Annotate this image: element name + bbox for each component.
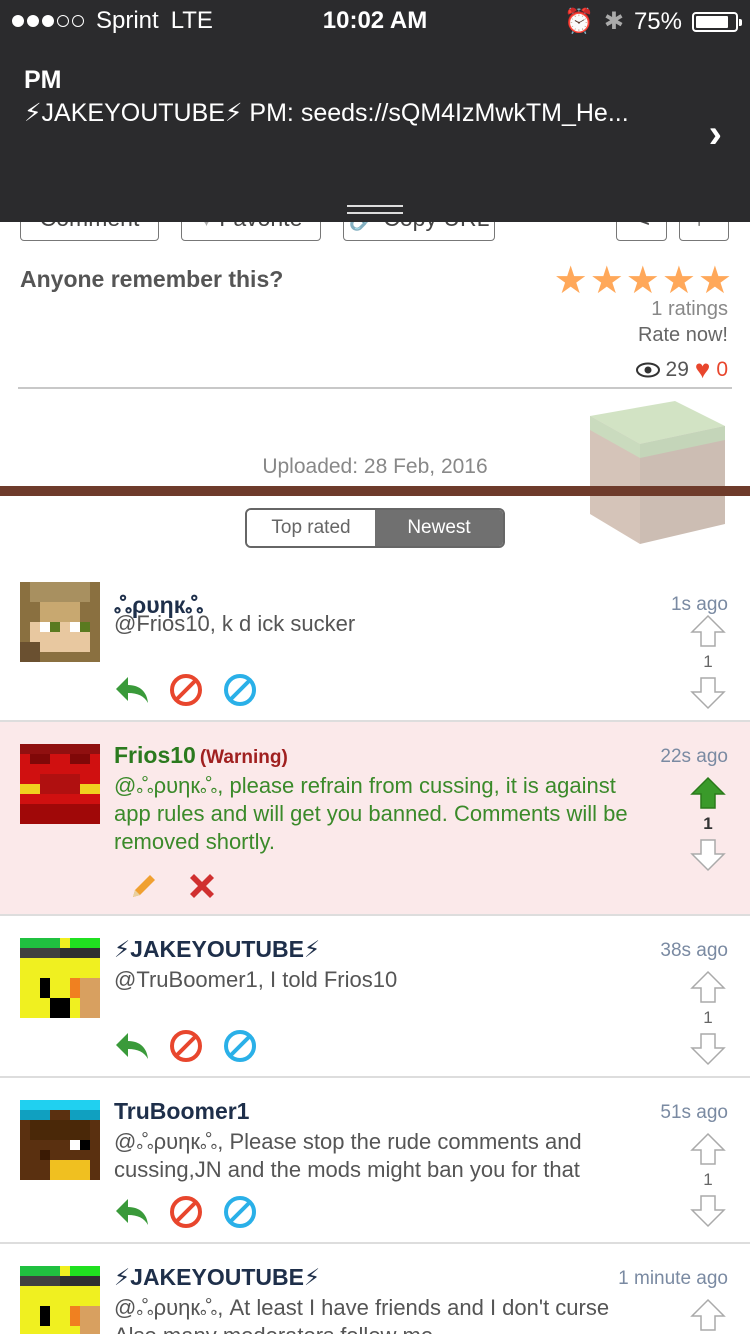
comment-username[interactable]: Frios10 (Warning) <box>114 742 288 769</box>
notification-message: ⚡JAKEYOUTUBE⚡ PM: seeds://sQM4IzMwkTM_He… <box>24 99 629 127</box>
delete-icon[interactable] <box>184 868 220 904</box>
banner-grabber[interactable] <box>347 205 403 214</box>
star-icon[interactable]: ★ <box>698 262 732 300</box>
vote-count: 1 <box>703 1008 713 1027</box>
avatar[interactable] <box>20 744 100 824</box>
reply-icon[interactable] <box>114 1028 150 1064</box>
alarm-icon: ⏰ <box>563 8 594 35</box>
downvote-icon[interactable] <box>690 676 726 710</box>
avatar[interactable] <box>20 1100 100 1180</box>
rating-stars[interactable]: ★ ★ ★ ★ ★ <box>554 262 732 300</box>
ignore-icon[interactable] <box>222 672 258 708</box>
downvote-icon[interactable] <box>690 1032 726 1066</box>
notification-title: PM <box>24 66 62 94</box>
block-icon[interactable] <box>168 1028 204 1064</box>
battery-percent: 75% <box>633 7 682 35</box>
star-icon[interactable]: ★ <box>626 262 660 300</box>
chevron-right-icon[interactable]: › <box>709 112 722 157</box>
vote-count: 1 <box>703 814 713 833</box>
comment-time: 1s ago <box>670 594 728 615</box>
upvote-icon[interactable] <box>690 1298 726 1332</box>
username-text: Frios10 <box>114 742 196 768</box>
avatar[interactable] <box>20 1266 100 1334</box>
comment-time: 22s ago <box>660 746 728 767</box>
reply-icon[interactable] <box>114 672 150 708</box>
divider <box>18 387 732 389</box>
upload-date: Uploaded: 28 Feb, 2016 <box>262 455 488 478</box>
downvote-icon[interactable] <box>690 838 726 872</box>
battery-icon <box>692 11 742 32</box>
upvote-icon[interactable] <box>690 970 726 1004</box>
comment-item: TruBoomer1 51s ago @ஃρυηкஃ, Please stop … <box>0 1078 750 1244</box>
comment-item: ⚡JAKEYOUTUBE⚡ 38s ago @TruBoomer1, I tol… <box>0 916 750 1078</box>
vote-control: 1 <box>688 970 728 1066</box>
comment-username[interactable]: TruBoomer1 <box>114 1098 249 1125</box>
upvote-icon[interactable] <box>690 614 726 648</box>
section-divider-bar <box>0 486 750 496</box>
star-icon[interactable]: ★ <box>554 262 588 300</box>
ratings-count: 1 ratings <box>651 298 728 320</box>
comment-actions <box>126 868 220 904</box>
comment-time: 51s ago <box>660 1102 728 1123</box>
notification-banner[interactable]: Sprint LTE 10:02 AM ⏰ ✱ 75% PM ⚡JAKEYOUT… <box>0 0 750 222</box>
comment-text: @Frios10, k d ick sucker <box>114 611 356 636</box>
like-count: 0 <box>716 357 728 381</box>
comment-time: 38s ago <box>660 940 728 961</box>
upvote-icon-active[interactable] <box>690 776 726 810</box>
comment-text: @ஃρυηкஃ, At least I have friends and I d… <box>114 1295 610 1334</box>
star-icon[interactable]: ★ <box>662 262 696 300</box>
star-icon[interactable]: ★ <box>590 262 624 300</box>
ignore-icon[interactable] <box>222 1194 258 1230</box>
status-bar: Sprint LTE 10:02 AM ⏰ ✱ 75% <box>0 0 750 40</box>
warning-label: (Warning) <box>199 747 288 768</box>
sort-segmented-control[interactable]: Top rated Newest <box>245 508 505 548</box>
edit-icon[interactable] <box>126 868 162 904</box>
avatar[interactable] <box>20 582 100 662</box>
comment-actions <box>114 1028 258 1064</box>
comment-username[interactable]: ⚡JAKEYOUTUBE⚡ <box>114 936 320 963</box>
downvote-icon[interactable] <box>690 1194 726 1228</box>
heart-icon[interactable]: ♥ <box>695 354 710 385</box>
rate-now-link[interactable]: Rate now! <box>638 324 728 347</box>
vote-control: 1 <box>688 1132 728 1228</box>
bluetooth-icon: ✱ <box>603 8 624 35</box>
tab-newest[interactable]: Newest <box>375 510 503 546</box>
comment-username[interactable]: ⚡JAKEYOUTUBE⚡ <box>114 1264 320 1291</box>
eye-icon <box>635 362 660 377</box>
comment-item-warning: Frios10 (Warning) 22s ago @ஃρυηкஃ, please… <box>0 722 750 916</box>
view-count: 29 <box>665 357 689 381</box>
vote-control: 1 <box>688 776 728 872</box>
comment-actions <box>114 1194 258 1230</box>
comment-text: @ஃρυηкஃ, please refrain from cussing, it… <box>114 773 628 854</box>
reply-icon[interactable] <box>114 1194 150 1230</box>
block-icon[interactable] <box>168 1194 204 1230</box>
comment-text: @ஃρυηкஃ, Please stop the rude comments a… <box>114 1129 582 1182</box>
comment-actions <box>114 672 258 708</box>
upvote-icon[interactable] <box>690 1132 726 1166</box>
comment-text: @TruBoomer1, I told Frios10 <box>114 967 398 992</box>
post-title: Anyone remember this? <box>20 266 284 292</box>
vote-count: 1 <box>703 652 713 671</box>
post-stats: 29 ♥ 0 <box>635 354 728 385</box>
vote-count: 1 <box>703 1170 713 1189</box>
ignore-icon[interactable] <box>222 1028 258 1064</box>
block-icon[interactable] <box>168 672 204 708</box>
tab-top-rated[interactable]: Top rated <box>247 510 375 546</box>
comment-item: ஃρυηкஃ 1s ago @Frios10, k d ick sucker 1 <box>0 568 750 722</box>
vote-control: 1 <box>688 614 728 710</box>
comment-time: 1 minute ago <box>618 1268 728 1289</box>
comment-item: ⚡JAKEYOUTUBE⚡ 1 minute ago @ஃρυηкஃ, At l… <box>0 1244 750 1334</box>
avatar[interactable] <box>20 938 100 1018</box>
vote-control <box>688 1298 728 1332</box>
